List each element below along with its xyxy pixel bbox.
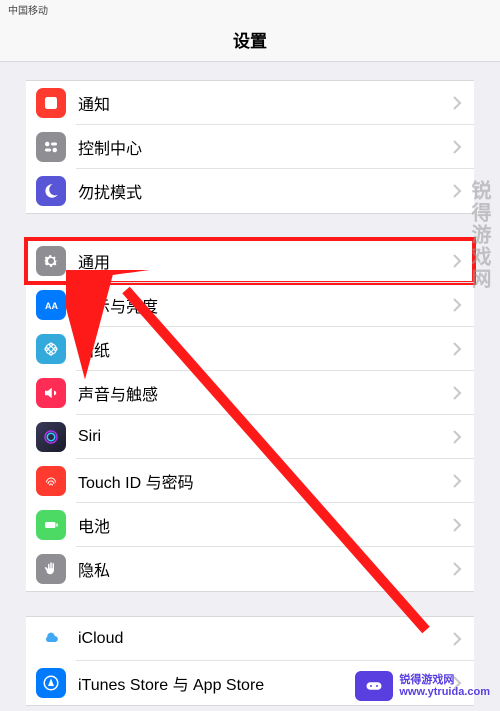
row-label: 通用: [78, 249, 453, 273]
wallpaper-icon: [36, 334, 66, 364]
display-icon: AA: [36, 290, 66, 320]
settings-group: 通用 AA 显示与亮度 墙纸 声音与触感: [26, 238, 474, 592]
row-siri[interactable]: Siri: [26, 415, 474, 459]
row-label: 电池: [78, 513, 453, 537]
chevron-right-icon: [453, 254, 462, 268]
row-display[interactable]: AA 显示与亮度: [26, 283, 474, 327]
chevron-right-icon: [453, 140, 462, 154]
row-label: 隐私: [78, 557, 453, 581]
row-general[interactable]: 通用: [26, 239, 474, 283]
chevron-right-icon: [453, 474, 462, 488]
row-privacy[interactable]: 隐私: [26, 547, 474, 591]
row-label: iCloud: [78, 630, 453, 648]
chevron-right-icon: [453, 298, 462, 312]
settings-list: 通知 控制中心 勿扰模式 通用 AA: [0, 80, 500, 706]
row-label: 墙纸: [78, 337, 453, 361]
gamepad-icon: [355, 671, 393, 701]
chevron-right-icon: [453, 430, 462, 444]
row-label: 声音与触感: [78, 381, 453, 405]
status-bar: 中国移动: [0, 0, 500, 18]
row-wallpaper[interactable]: 墙纸: [26, 327, 474, 371]
chevron-right-icon: [453, 518, 462, 532]
footer-brand: 锐得游戏网: [399, 674, 490, 686]
row-label: 勿扰模式: [78, 179, 453, 203]
moon-icon: [36, 176, 66, 206]
row-dnd[interactable]: 勿扰模式: [26, 169, 474, 213]
cloud-icon: [36, 624, 66, 654]
row-control-center[interactable]: 控制中心: [26, 125, 474, 169]
row-icloud[interactable]: iCloud: [26, 617, 474, 661]
siri-icon: [36, 422, 66, 452]
chevron-right-icon: [453, 386, 462, 400]
row-label: 通知: [78, 91, 453, 115]
row-battery[interactable]: 电池: [26, 503, 474, 547]
carrier-label: 中国移动: [8, 2, 48, 17]
navbar: 设置: [0, 18, 500, 62]
footer-url: www.ytruida.com: [399, 686, 490, 698]
appstore-icon: [36, 668, 66, 698]
row-label: Siri: [78, 428, 453, 446]
row-label: Touch ID 与密码: [78, 469, 453, 493]
footer-branding: 锐得游戏网 www.ytruida.com: [355, 671, 490, 701]
settings-group: 通知 控制中心 勿扰模式: [26, 80, 474, 214]
row-sounds[interactable]: 声音与触感: [26, 371, 474, 415]
chevron-right-icon: [453, 184, 462, 198]
row-touchid[interactable]: Touch ID 与密码: [26, 459, 474, 503]
row-notifications[interactable]: 通知: [26, 81, 474, 125]
chevron-right-icon: [453, 96, 462, 110]
control-center-icon: [36, 132, 66, 162]
chevron-right-icon: [453, 632, 462, 646]
speaker-icon: [36, 378, 66, 408]
gear-icon: [36, 246, 66, 276]
fingerprint-icon: [36, 466, 66, 496]
svg-text:AA: AA: [45, 301, 58, 311]
battery-icon: [36, 510, 66, 540]
hand-icon: [36, 554, 66, 584]
chevron-right-icon: [453, 562, 462, 576]
notifications-icon: [36, 88, 66, 118]
row-label: 控制中心: [78, 135, 453, 159]
chevron-right-icon: [453, 342, 462, 356]
row-label: 显示与亮度: [78, 293, 453, 317]
page-title: 设置: [233, 27, 267, 52]
watermark: 锐得游戏网: [465, 180, 494, 290]
